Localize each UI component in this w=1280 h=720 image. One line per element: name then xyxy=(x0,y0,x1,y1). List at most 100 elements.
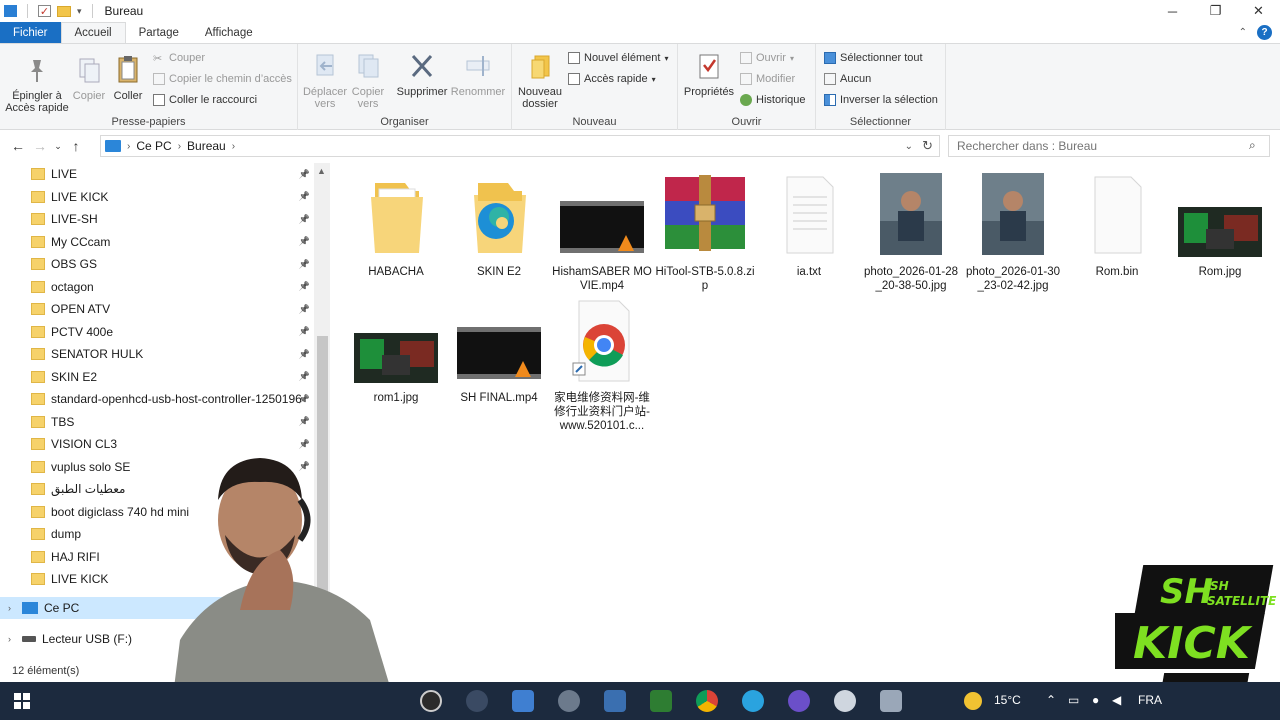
file-item[interactable]: 家电维修资料网-维修行业资料门户站-www.520101.c... xyxy=(552,300,652,433)
address-bar[interactable]: › Ce PC › Bureau › ⌄ ↻ xyxy=(100,135,940,157)
satellite-dish-icon[interactable] xyxy=(788,690,810,712)
file-item[interactable]: SH FINAL.mp4 xyxy=(449,301,549,405)
nav-item-label: Lecteur USB (F:) xyxy=(42,632,133,646)
paste-button[interactable]: Coller xyxy=(108,52,148,102)
file-item[interactable]: ia.txt xyxy=(759,171,859,279)
laptop-app-icon[interactable] xyxy=(512,690,534,712)
nav-item[interactable]: SKIN E2 📌 xyxy=(0,366,314,388)
start-button[interactable] xyxy=(0,682,44,720)
minimize-button[interactable]: ─ xyxy=(1151,0,1194,22)
help-icon[interactable]: ? xyxy=(1257,25,1272,40)
settings-gear-icon[interactable] xyxy=(834,690,856,712)
file-item[interactable]: rom1.jpg xyxy=(346,301,446,405)
file-item[interactable]: photo_2026-01-28_20-38-50.jpg xyxy=(861,171,961,293)
chevron-right-icon[interactable]: › xyxy=(178,141,181,152)
paste-shortcut-button[interactable]: Coller le raccourci xyxy=(153,94,257,106)
breadcrumb-desktop[interactable]: Bureau xyxy=(187,139,226,153)
file-item[interactable]: HABACHA xyxy=(346,171,446,279)
quick-access-button[interactable]: Accès rapide ▾ xyxy=(568,73,656,85)
refresh-icon[interactable]: ↻ xyxy=(922,138,933,154)
network-icon[interactable]: ▭ xyxy=(1068,693,1079,707)
nav-item[interactable]: SENATOR HULK 📌 xyxy=(0,343,314,365)
invert-selection-label: Inverser la sélection xyxy=(840,94,938,106)
group-select: Sélectionner tout Aucun Inverser la séle… xyxy=(816,44,946,130)
satellite-app-icon[interactable] xyxy=(558,690,580,712)
file-name: rom1.jpg xyxy=(373,392,419,404)
svg-text:SH: SH xyxy=(1210,579,1229,593)
tab-view[interactable]: Affichage xyxy=(192,22,266,43)
chevron-right-icon[interactable]: › xyxy=(8,603,11,613)
chevron-right-icon[interactable]: › xyxy=(127,141,130,152)
nav-item[interactable]: TBS 📌 xyxy=(0,411,314,433)
obs-icon[interactable] xyxy=(420,690,442,712)
new-folder-button[interactable]: Nouveau dossier xyxy=(516,52,564,110)
chrome-icon[interactable] xyxy=(696,690,718,712)
file-item[interactable]: HiTool-STB-5.0.8.zip xyxy=(655,171,755,293)
nav-item[interactable]: LIVE KICK 📌 xyxy=(0,186,314,208)
edit-button[interactable]: Modifier xyxy=(740,73,795,85)
new-item-button[interactable]: Nouvel élément ▾ xyxy=(568,52,668,64)
properties-qat-icon[interactable]: ✓ xyxy=(38,5,51,18)
network-app-icon[interactable] xyxy=(650,690,672,712)
copy-button[interactable]: Copier xyxy=(70,56,108,102)
file-item[interactable]: photo_2026-01-30_23-02-42.jpg xyxy=(963,171,1063,293)
copy-to-button[interactable]: Copier vers xyxy=(348,52,388,110)
close-button[interactable]: ✕ xyxy=(1237,0,1280,22)
nav-item[interactable]: LIVE-SH 📌 xyxy=(0,208,314,230)
storage-app-icon[interactable] xyxy=(880,690,902,712)
cut-button[interactable]: ✂ Couper xyxy=(153,52,205,65)
nav-item[interactable]: OPEN ATV 📌 xyxy=(0,298,314,320)
nav-item[interactable]: standard-openhcd-usb-host-controller-125… xyxy=(0,388,314,410)
pin-quick-access-button[interactable]: Épingler à Accès rapide xyxy=(4,56,70,114)
nav-item[interactable]: PCTV 400e 📌 xyxy=(0,321,314,343)
chevron-up-icon[interactable]: ⌃ xyxy=(1046,693,1056,707)
file-item[interactable]: SKIN E2 xyxy=(449,171,549,279)
file-item[interactable]: HishamSABER MOVIE.mp4 xyxy=(552,171,652,293)
search-input[interactable] xyxy=(948,135,1270,157)
chevron-up-icon[interactable]: ⌃ xyxy=(1239,27,1247,38)
file-item[interactable]: Rom.bin xyxy=(1067,171,1167,279)
tab-file[interactable]: Fichier xyxy=(0,22,61,43)
breadcrumb-this-pc[interactable]: Ce PC xyxy=(136,139,171,153)
recent-locations-icon[interactable]: ⌄ xyxy=(51,141,65,152)
history-button[interactable]: Historique xyxy=(740,94,806,106)
camera-app-icon[interactable] xyxy=(466,690,488,712)
tab-share[interactable]: Partage xyxy=(126,22,192,43)
chevron-down-icon[interactable]: ⌄ xyxy=(905,141,913,152)
search-icon[interactable]: ⌕ xyxy=(1249,138,1256,153)
nav-item[interactable]: octagon 📌 xyxy=(0,276,314,298)
new-folder-qat-icon[interactable] xyxy=(57,5,71,17)
back-arrow-icon[interactable]: ← xyxy=(7,138,29,154)
copy-path-button[interactable]: Copier le chemin d’accès xyxy=(153,73,292,85)
restore-button[interactable]: ❐ xyxy=(1194,0,1237,22)
nav-item[interactable]: OBS GS 📌 xyxy=(0,253,314,275)
invert-selection-button[interactable]: Inverser la sélection xyxy=(824,94,938,106)
select-none-button[interactable]: Aucun xyxy=(824,73,871,85)
open-button[interactable]: Ouvrir ▾ xyxy=(740,52,794,64)
customize-qat-icon[interactable]: ▾ xyxy=(77,6,82,17)
rename-button[interactable]: Renommer xyxy=(448,52,508,98)
calculator-icon[interactable] xyxy=(604,690,626,712)
chevron-right-icon[interactable]: › xyxy=(232,141,235,152)
tab-home[interactable]: Accueil xyxy=(60,22,126,43)
move-to-button[interactable]: Déplacer vers xyxy=(302,52,348,110)
scroll-up-arrow-icon[interactable]: ▲ xyxy=(317,166,326,176)
chevron-right-icon[interactable]: › xyxy=(8,634,11,644)
select-all-button[interactable]: Sélectionner tout xyxy=(824,52,923,64)
nav-item[interactable]: My CCcam 📌 xyxy=(0,231,314,253)
file-item[interactable]: Rom.jpg xyxy=(1170,171,1270,279)
quick-access-toolbar: ✓ ▾ Bureau xyxy=(0,0,143,22)
delete-button[interactable]: Supprimer xyxy=(394,52,450,98)
address-row: ← → ⌄ ↑ › Ce PC › Bureau › ⌄ ↻ xyxy=(0,132,1280,160)
volume-icon[interactable]: ◀ xyxy=(1112,693,1121,707)
telegram-icon[interactable] xyxy=(742,690,764,712)
explorer-icon[interactable] xyxy=(4,5,17,17)
properties-button[interactable]: Propriétés xyxy=(682,52,736,98)
forward-arrow-icon[interactable]: → xyxy=(29,138,51,154)
weather-temperature[interactable]: 15°C xyxy=(994,693,1021,707)
up-arrow-icon[interactable]: ↑ xyxy=(65,138,87,154)
language-indicator[interactable]: FRA xyxy=(1138,693,1162,707)
move-to-label: Déplacer vers xyxy=(302,86,348,110)
microphone-icon[interactable]: ● xyxy=(1092,693,1099,707)
nav-item[interactable]: LIVE 📌 xyxy=(0,163,314,185)
